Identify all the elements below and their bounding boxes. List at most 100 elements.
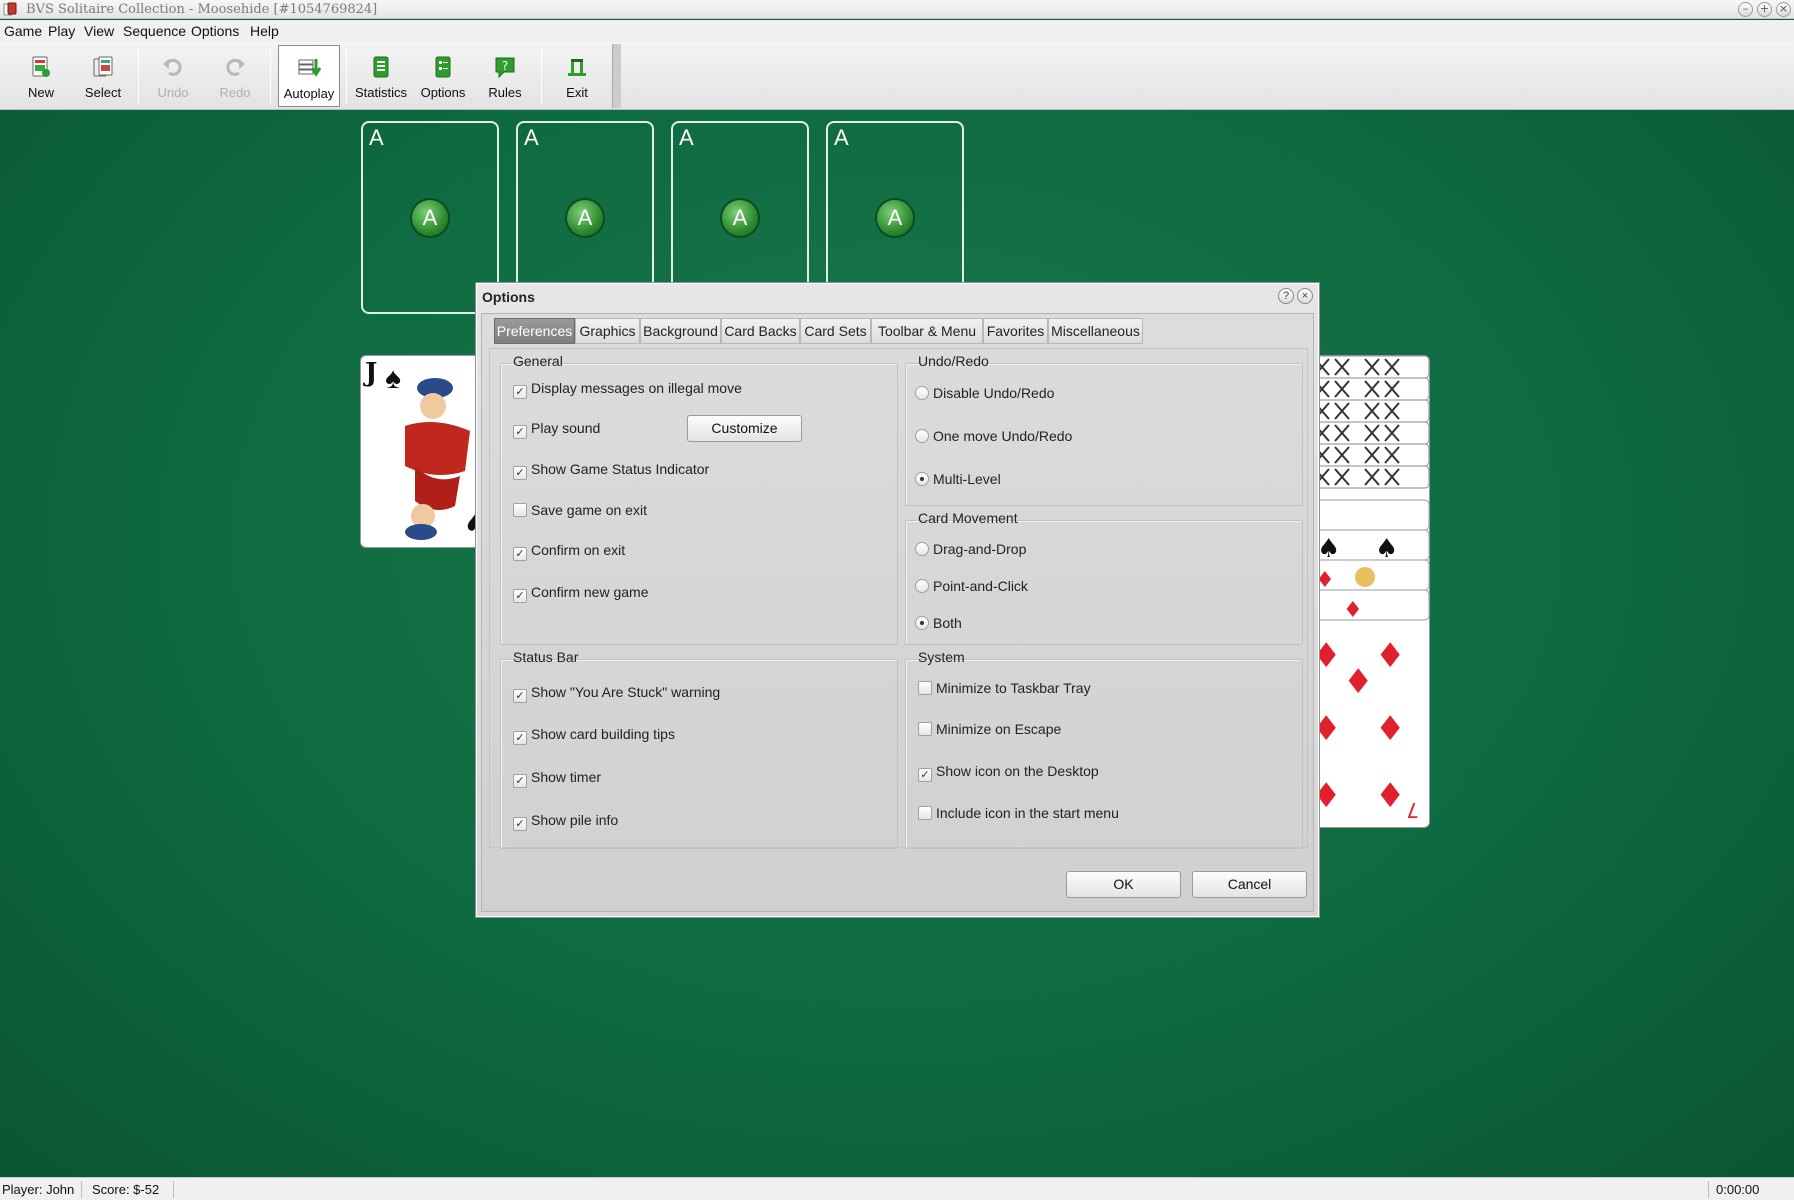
option-show-timer[interactable]: ✓ Show timer [513,769,601,788]
option-confirm-new-game[interactable]: ✓ Confirm new game [513,584,649,603]
checkbox[interactable]: ✓ [513,466,527,480]
option-point-and-click[interactable]: Point-and-Click [915,578,1028,594]
tab-favorites[interactable]: Favorites [983,318,1048,344]
status-divider [81,1181,82,1198]
toolbar-separator [541,48,542,104]
select-game-icon [93,56,113,77]
undo-button[interactable]: Undo [144,45,202,107]
minimize-icon[interactable]: – [1738,2,1753,17]
checkbox[interactable]: ✓ [513,385,527,399]
statistics-icon [373,56,389,78]
option-icon-in-start-menu[interactable]: Include icon in the start menu [918,805,1119,821]
menu-game[interactable]: Game [4,23,42,39]
dialog-close-icon[interactable]: × [1297,288,1313,304]
option-card-building-tips[interactable]: ✓ Show card building tips [513,726,675,745]
option-one-move-undo[interactable]: One move Undo/Redo [915,428,1072,444]
toolbar-grip[interactable] [612,44,621,108]
checkbox[interactable]: ✓ [513,589,527,603]
radio-button[interactable] [915,429,929,443]
checkbox[interactable] [918,722,932,736]
checkbox[interactable]: ✓ [513,689,527,703]
svg-text:♠: ♠ [1375,534,1398,564]
ace-badge-icon: A [567,199,603,236]
option-show-pile-info[interactable]: ✓ Show pile info [513,812,618,831]
svg-text:♦: ♦ [1375,776,1405,816]
right-tableau-pile[interactable]: ♠ ♠ ♦ ♦ ♦ ♦ ♦ ♦ ♦ ♦ ♦ 7 [1305,355,1430,828]
option-minimize-to-tray[interactable]: Minimize to Taskbar Tray [918,680,1091,696]
svg-text:?: ? [502,59,508,73]
system-group: System Minimize to Taskbar Tray Minimize… [905,649,1303,849]
checkbox[interactable] [918,681,932,695]
group-title: Undo/Redo [918,353,989,369]
menu-bar: Game Play View Sequence Options Help [0,20,1794,42]
option-show-game-status[interactable]: ✓ Show Game Status Indicator [513,461,709,480]
tab-card-backs[interactable]: Card Backs [721,318,800,344]
options-button[interactable]: Options [414,45,472,107]
select-button[interactable]: Select [74,45,132,107]
option-icon-on-desktop[interactable]: ✓ Show icon on the Desktop [918,763,1099,782]
radio-button[interactable] [915,542,929,556]
radio-button[interactable] [915,616,929,630]
option-minimize-on-escape[interactable]: Minimize on Escape [918,721,1061,737]
jack-figure-icon: ♠ [405,378,479,542]
tab-card-sets[interactable]: Card Sets [800,318,871,344]
ok-button[interactable]: OK [1066,871,1181,898]
checkbox[interactable]: ✓ [513,817,527,831]
checkbox[interactable] [918,806,932,820]
rules-button[interactable]: ? Rules [476,45,534,107]
radio-button[interactable] [915,579,929,593]
jack-of-spades-card[interactable]: J ♠ ♠ [360,355,480,548]
option-you-are-stuck-warning[interactable]: ✓ Show "You Are Stuck" warning [513,684,720,703]
checkbox[interactable]: ✓ [513,547,527,561]
help-icon[interactable]: ? [1278,288,1294,304]
checkbox[interactable]: ✓ [513,774,527,788]
option-disable-undo[interactable]: Disable Undo/Redo [915,385,1054,401]
title-bar: BVS Solitaire Collection - Moosehide [#1… [0,0,1794,19]
statistics-button[interactable]: Statistics [350,45,412,107]
menu-play[interactable]: Play [48,23,75,39]
tab-preferences[interactable]: Preferences [494,318,575,344]
checkbox[interactable]: ✓ [513,425,527,439]
maximize-icon[interactable]: + [1757,2,1772,17]
autoplay-button[interactable]: Autoplay [278,45,340,107]
customize-button[interactable]: Customize [687,415,802,442]
menu-sequence[interactable]: Sequence [123,23,186,39]
radio-button[interactable] [915,472,929,486]
option-drag-and-drop[interactable]: Drag-and-Drop [915,541,1026,557]
autoplay-icon [298,59,321,77]
svg-text:♦: ♦ [1375,709,1405,749]
cancel-button[interactable]: Cancel [1192,871,1307,898]
tab-miscellaneous[interactable]: Miscellaneous [1048,318,1143,344]
menu-help[interactable]: Help [250,23,279,39]
redo-button[interactable]: Redo [206,45,264,107]
option-multi-level[interactable]: Multi-Level [915,471,1001,487]
checkbox[interactable]: ✓ [513,731,527,745]
option-confirm-on-exit[interactable]: ✓ Confirm on exit [513,542,625,561]
toolbar: New Select Undo Redo Autoplay Statistics… [0,42,1794,110]
svg-text:♦: ♦ [1343,662,1373,702]
option-save-game-on-exit[interactable]: Save game on exit [513,502,647,518]
card-movement-group: Card Movement Drag-and-Drop Point-and-Cl… [905,510,1303,645]
tab-background[interactable]: Background [640,318,721,344]
card-stack-artwork: ♠ ♠ ♦ ♦ ♦ ♦ ♦ ♦ ♦ ♦ ♦ 7 [1305,355,1430,822]
tab-toolbar-menu[interactable]: Toolbar & Menu [871,318,983,344]
status-bar: Player: John Score: $-52 0:00:00 [0,1177,1794,1200]
option-both[interactable]: Both [915,615,962,631]
app-icon [3,2,17,16]
undo-redo-group: Undo/Redo Disable Undo/Redo One move Und… [905,353,1303,506]
exit-icon [568,59,586,76]
checkbox[interactable] [513,503,527,517]
status-divider [1708,1181,1709,1198]
exit-button[interactable]: Exit [548,45,606,107]
radio-button[interactable] [915,386,929,400]
close-icon[interactable]: × [1776,2,1791,17]
menu-view[interactable]: View [84,23,114,39]
menu-options[interactable]: Options [191,23,239,39]
new-button[interactable]: New [12,45,70,107]
option-display-messages[interactable]: ✓ Display messages on illegal move [513,380,742,399]
checkbox[interactable]: ✓ [918,768,932,782]
tab-graphics[interactable]: Graphics [575,318,640,344]
rules-help-icon: ? [495,57,515,79]
ace-badge-icon: A [877,199,913,236]
option-play-sound[interactable]: ✓ Play sound [513,420,600,439]
